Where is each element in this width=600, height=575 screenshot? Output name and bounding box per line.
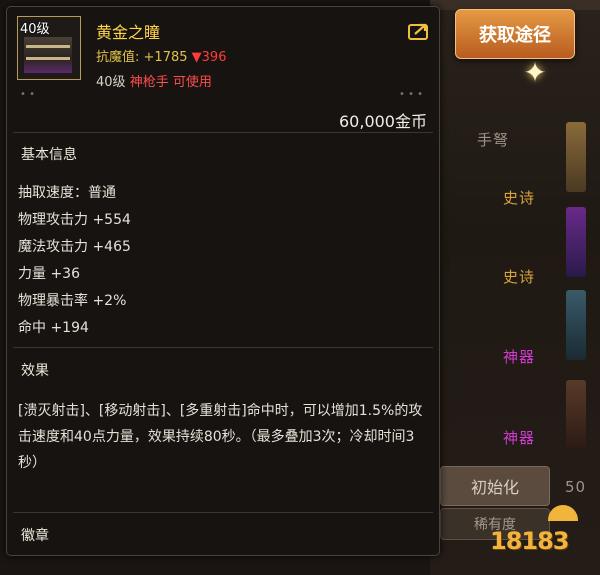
resist-label: 抗魔值: — [96, 50, 140, 65]
resist-down: ▼396 — [191, 50, 227, 65]
rarity-label-epic: 史诗 — [503, 189, 536, 207]
rarity-label-epic: 史诗 — [503, 268, 536, 286]
item-icon: 40级 — [17, 16, 81, 80]
sparkle-icon: ✦ — [523, 56, 547, 89]
item-tooltip: 40级 黄金之瞳 抗魔值: +1785 ▼396 40级 神枪手 可使用 • •… — [6, 6, 440, 556]
divider — [13, 347, 433, 348]
site-watermark-logo: 18183 — [490, 505, 590, 565]
reset-button[interactable]: 初始化 — [440, 466, 550, 506]
item-slot[interactable] — [566, 380, 586, 450]
crossbow-bar — [26, 57, 70, 60]
resist-value: +1785 — [143, 50, 188, 65]
item-name: 黄金之瞳 — [96, 23, 161, 42]
stat-line: 魔法攻击力 +465 — [18, 239, 131, 255]
req-level: 40级 — [96, 75, 126, 90]
badge-title: 徽章 — [21, 528, 49, 544]
req-class: 神枪手 可使用 — [129, 75, 212, 90]
rarity-label-artifact: 神器 — [503, 348, 536, 366]
crossbow-icon — [24, 37, 72, 73]
acquire-route-button[interactable]: 获取途径 — [455, 9, 575, 59]
number-fragment: 50 — [565, 478, 587, 496]
resist-stat: 抗魔值: +1785 ▼396 — [96, 46, 226, 65]
item-icon-level: 40级 — [20, 22, 50, 37]
share-icon[interactable] — [408, 22, 430, 40]
watermark-text: 18183 — [490, 527, 569, 555]
decor-dots: • • — [20, 89, 35, 100]
item-slot[interactable] — [566, 122, 586, 192]
crossbow-bar — [26, 45, 70, 48]
basic-info-title: 基本信息 — [21, 147, 77, 163]
item-slot[interactable] — [566, 290, 586, 360]
tab-crossbow[interactable]: 手弩 — [477, 129, 509, 150]
decor-dots: • • • — [399, 89, 424, 100]
item-price: 60,000金币 — [339, 112, 427, 131]
effect-title: 效果 — [21, 363, 49, 379]
stat-line: 力量 +36 — [18, 266, 80, 282]
stat-line: 抽取速度：普通 — [18, 185, 116, 201]
rarity-label-artifact: 神器 — [503, 429, 536, 447]
divider — [13, 512, 433, 513]
requirement: 40级 神枪手 可使用 — [96, 71, 212, 90]
stat-line: 命中 +194 — [18, 320, 89, 336]
sun-icon — [548, 505, 578, 521]
item-slot[interactable] — [566, 207, 586, 277]
divider — [13, 132, 433, 133]
stat-line: 物理暴击率 +2% — [18, 293, 127, 309]
stat-line: 物理攻击力 +554 — [18, 212, 131, 228]
effect-text: [溃灭射击]、[移动射击]、[多重射击]命中时，可以增加1.5%的攻击速度和40… — [18, 403, 423, 471]
